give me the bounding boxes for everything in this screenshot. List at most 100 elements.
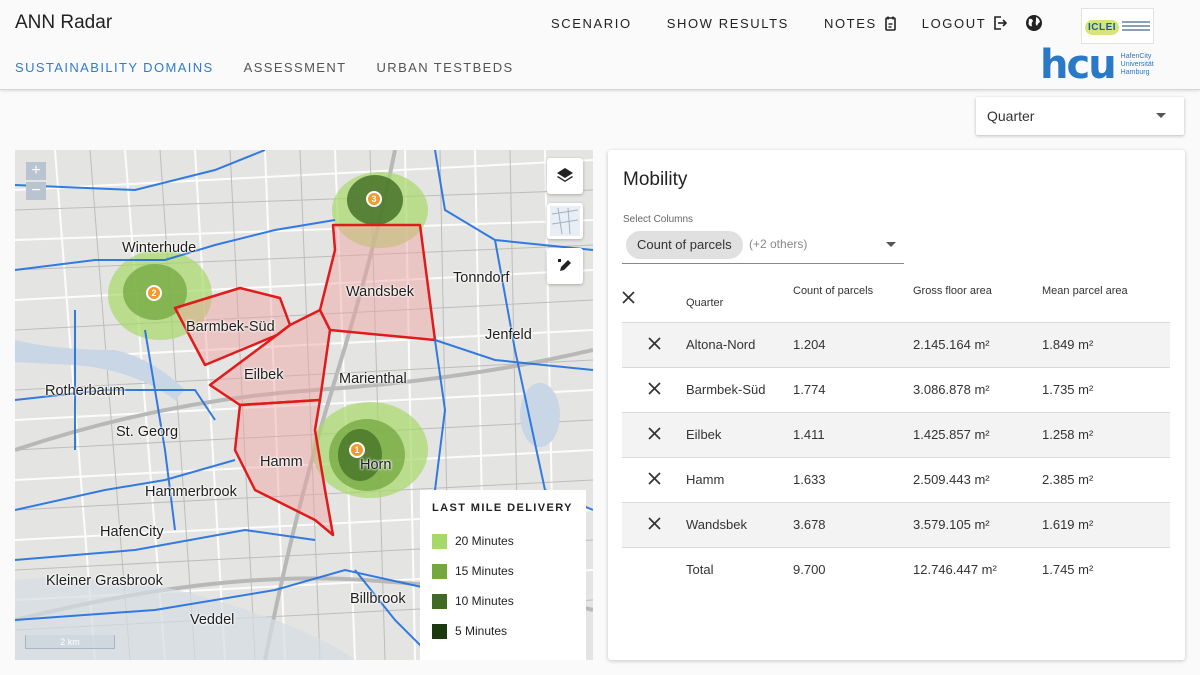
column-header[interactable]: Quarter [686, 277, 793, 323]
map-label-tonndorf: Tonndorf [453, 270, 510, 286]
nav-scenario[interactable]: SCENARIO [551, 16, 632, 31]
close-icon [647, 471, 661, 485]
select-columns-label: Select Columns [623, 214, 694, 225]
total-mean: 1.745 m² [1042, 547, 1170, 592]
cell-gfa: 3.579.105 m² [913, 502, 1042, 548]
close-icon [647, 336, 661, 350]
quarter-select-value: Quarter [987, 108, 1035, 124]
table-row: Wandsbek 3.678 3.579.105 m² 1.619 m² [622, 502, 1170, 548]
remove-cell [622, 502, 686, 548]
remove-row-button[interactable] [647, 471, 661, 488]
cell-quarter: Wandsbek [686, 502, 793, 548]
legend-item: 5 Minutes [432, 616, 574, 646]
tab-urban-testbeds[interactable]: URBAN TESTBEDS [377, 60, 514, 75]
layers-button[interactable] [547, 158, 583, 194]
map-label-hamm: Hamm [260, 454, 303, 470]
map-label-kleiner-grasbrook: Kleiner Grasbrook [46, 573, 163, 589]
hcu-mark: hcu [1040, 42, 1117, 88]
select-columns-dropdown[interactable]: Count of parcels (+2 others) [622, 228, 904, 264]
total-row: Total 9.700 12.746.447 m² 1.745 m² [622, 547, 1170, 592]
map-marker-3[interactable]: 3 [366, 191, 382, 207]
cell-mean: 1.258 m² [1042, 412, 1170, 458]
hcu-line-1: HafenCity [1120, 53, 1152, 60]
close-icon [647, 426, 661, 440]
map-marker-1[interactable]: 1 [349, 442, 365, 458]
tab-sustainability-domains[interactable]: SUSTAINABILITY DOMAINS [15, 60, 214, 75]
cell-count: 3.678 [793, 502, 913, 548]
column-chip[interactable]: Count of parcels [626, 231, 743, 259]
column-header[interactable]: Count of parcels [793, 277, 913, 323]
legend-swatch [432, 533, 447, 549]
app-title: ANN Radar [15, 12, 113, 33]
cell-mean: 1.619 m² [1042, 502, 1170, 548]
top-nav: SCENARIO SHOW RESULTS NOTES LOGOUT [551, 14, 1043, 32]
legend-title: LAST MILE DELIVERY [432, 502, 573, 514]
top-bar: ANN Radar SCENARIO SHOW RESULTS NOTES LO… [0, 0, 1200, 90]
legend-swatch [432, 593, 447, 609]
remove-cell [622, 457, 686, 503]
nav-show-results-label: SHOW RESULTS [666, 15, 789, 31]
map-label-rotherbaum: Rotherbaum [45, 383, 125, 399]
basemap-button[interactable] [547, 203, 583, 239]
legend-label: 10 Minutes [455, 594, 514, 608]
column-header[interactable]: Mean parcel area [1042, 277, 1170, 323]
map-label-marienthal: Marienthal [339, 371, 407, 387]
cell-count: 1.633 [793, 457, 913, 503]
others-count: (+2 others) [749, 237, 808, 251]
iclei-badge: ICLEI [1085, 20, 1120, 35]
cell-mean: 2.385 m² [1042, 457, 1170, 503]
notes-icon [884, 16, 896, 31]
quarter-select[interactable]: Quarter [976, 97, 1184, 135]
clear-all-button[interactable] [622, 291, 635, 307]
cell-quarter: Eilbek [686, 412, 793, 458]
basemap-thumbnail-icon [550, 206, 580, 236]
remove-row-button[interactable] [647, 336, 661, 353]
zoom-in-button[interactable]: + [26, 162, 46, 180]
map-label-jenfeld: Jenfeld [485, 327, 532, 343]
hcu-text: HafenCity Universität Hamburg [1121, 53, 1154, 77]
map-label-horn: Horn [360, 457, 392, 473]
map-marker-2[interactable]: 2 [146, 285, 162, 301]
cell-mean: 1.735 m² [1042, 367, 1170, 413]
nav-logout-label: LOGOUT [921, 15, 987, 31]
table-row: Eilbek 1.411 1.425.857 m² 1.258 m² [622, 412, 1170, 458]
nav-show-results[interactable]: SHOW RESULTS [667, 16, 789, 31]
mobility-panel: Mobility Select Columns Count of parcels… [608, 150, 1185, 660]
zoom-out-button[interactable]: − [26, 182, 46, 200]
nav-notes-label: NOTES [823, 15, 877, 31]
map-label-eilbek: Eilbek [244, 367, 284, 383]
cell-quarter: Altona-Nord [686, 322, 793, 368]
legend-item: 20 Minutes [432, 526, 574, 556]
cell-count: 1.411 [793, 412, 913, 458]
remove-cell [622, 412, 686, 458]
tab-assessment[interactable]: ASSESSMENT [244, 60, 347, 75]
column-header[interactable]: Gross floor area [913, 277, 1042, 323]
language-button[interactable] [1025, 14, 1043, 32]
logout-icon [994, 16, 1008, 30]
legend-item: 10 Minutes [432, 586, 574, 616]
cell-gfa: 3.086.878 m² [913, 367, 1042, 413]
remove-row-button[interactable] [647, 516, 661, 533]
close-icon [647, 516, 661, 530]
remove-row-button[interactable] [647, 426, 661, 443]
map-label-st-georg: St. Georg [116, 424, 179, 440]
cell-quarter: Barmbek-Süd [686, 367, 793, 413]
nav-notes[interactable]: NOTES [824, 16, 897, 31]
legend-label: 5 Minutes [455, 624, 508, 638]
total-count: 9.700 [793, 547, 913, 592]
table-row: Altona-Nord 1.204 2.145.164 m² 1.849 m² [622, 322, 1170, 368]
chevron-down-icon [886, 242, 896, 247]
draw-button[interactable] [547, 248, 583, 284]
cell-quarter: Hamm [686, 457, 793, 503]
close-icon [622, 291, 635, 304]
map-view[interactable]: Winterhude Barmbek-Süd Wandsbek Tonndorf… [15, 150, 593, 660]
map-label-hammerbrook: Hammerbrook [145, 484, 237, 500]
map-label-veddel: Veddel [190, 612, 235, 628]
remove-row-button[interactable] [647, 381, 661, 398]
nav-logout[interactable]: LOGOUT [922, 16, 1008, 31]
legend-label: 20 Minutes [455, 534, 514, 548]
map-legend: LAST MILE DELIVERY 20 Minutes 15 Minutes… [420, 490, 586, 660]
panel-title: Mobility [623, 169, 688, 190]
legend-label: 15 Minutes [455, 564, 514, 578]
map-label-barmbek-sued: Barmbek-Süd [186, 319, 275, 335]
